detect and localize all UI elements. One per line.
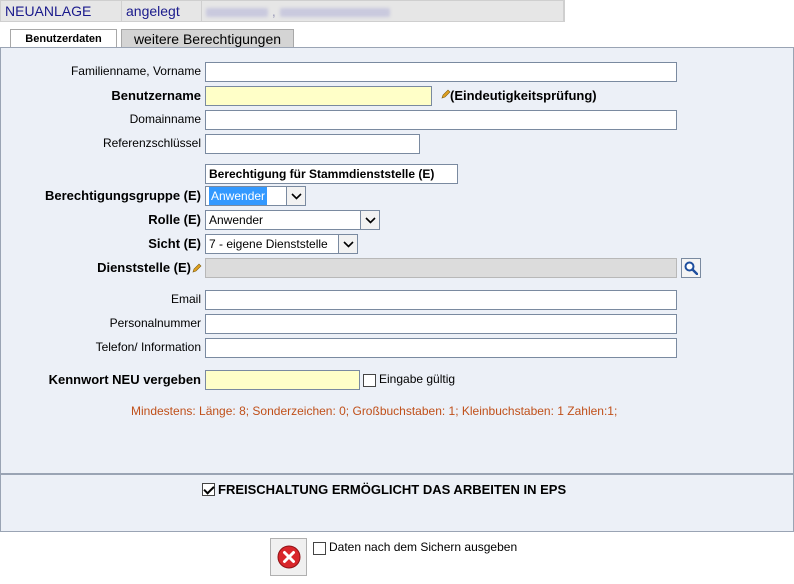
refkey-label: Referenzschlüssel — [102, 136, 201, 150]
cancel-x-icon — [277, 545, 300, 569]
redacted-text — [279, 7, 390, 17]
view-select[interactable]: 7 - eigene Dienststelle — [205, 234, 358, 254]
output-after-save-label: Daten nach dem Sichern ausgeben — [329, 540, 518, 554]
personnel-label: Personalnummer — [109, 316, 201, 330]
tab-weitere-berechtigungen[interactable]: weitere Berechtigungen — [121, 29, 294, 48]
username-label: Benutzername — [111, 88, 201, 103]
perm-group-label: Berechtigungsgruppe (E) — [44, 188, 201, 203]
office-label: Dienststelle (E) — [97, 260, 191, 275]
domain-label: Domainname — [129, 112, 201, 126]
view-value: 7 - eigene Dienststelle — [209, 237, 328, 251]
name-label: Familienname, Vorname — [70, 64, 201, 78]
chevron-down-icon[interactable] — [338, 235, 357, 253]
uniqueness-check-link[interactable]: (Eindeutigkeitsprüfung) — [450, 88, 597, 103]
email-label: Email — [170, 292, 201, 306]
cancel-button[interactable] — [270, 538, 307, 576]
magnifier-icon — [684, 261, 698, 275]
refkey-input[interactable] — [205, 134, 420, 154]
section-title: Berechtigung für Stammdienststelle (E) — [205, 164, 458, 184]
chevron-down-icon[interactable] — [286, 187, 305, 205]
record-header: NEUANLAGE angelegt , — [0, 0, 565, 22]
role-select[interactable]: Anwender — [205, 210, 380, 230]
input-valid-checkbox[interactable] — [363, 374, 376, 387]
name-input[interactable] — [205, 62, 677, 82]
record-state: angelegt — [122, 1, 202, 21]
phone-label: Telefon/ Information — [95, 340, 201, 354]
output-after-save-checkbox[interactable] — [313, 542, 326, 555]
role-value: Anwender — [209, 213, 264, 227]
pencil-icon[interactable] — [192, 263, 202, 273]
view-label: Sicht (E) — [148, 236, 201, 251]
perm-group-select[interactable]: Anwender — [205, 186, 306, 206]
username-input[interactable] — [205, 86, 432, 106]
password-label: Kennwort NEU vergeben — [48, 372, 201, 387]
domain-input[interactable] — [205, 110, 677, 130]
redacted-text — [206, 7, 268, 17]
office-input — [205, 258, 677, 278]
activation-label: FREISCHALTUNG ERMÖGLICHT DAS ARBEITEN IN… — [218, 482, 567, 497]
perm-group-value: Anwender — [209, 187, 268, 205]
redacted-separator: , — [271, 3, 276, 19]
activation-checkbox[interactable] — [202, 483, 215, 496]
role-label: Rolle (E) — [148, 212, 201, 227]
input-valid-label: Eingabe gültig — [379, 372, 456, 386]
tab-benutzerdaten[interactable]: Benutzerdaten — [10, 29, 117, 48]
email-input[interactable] — [205, 290, 677, 310]
chevron-down-icon[interactable] — [360, 211, 379, 229]
password-rules-hint: Mindestens: Länge: 8; Sonderzeichen: 0; … — [131, 404, 618, 418]
record-status: NEUANLAGE — [1, 1, 122, 21]
office-search-button[interactable] — [681, 258, 701, 278]
password-input[interactable] — [205, 370, 360, 390]
record-user-info: , — [202, 1, 564, 21]
personnel-input[interactable] — [205, 314, 677, 334]
phone-input[interactable] — [205, 338, 677, 358]
